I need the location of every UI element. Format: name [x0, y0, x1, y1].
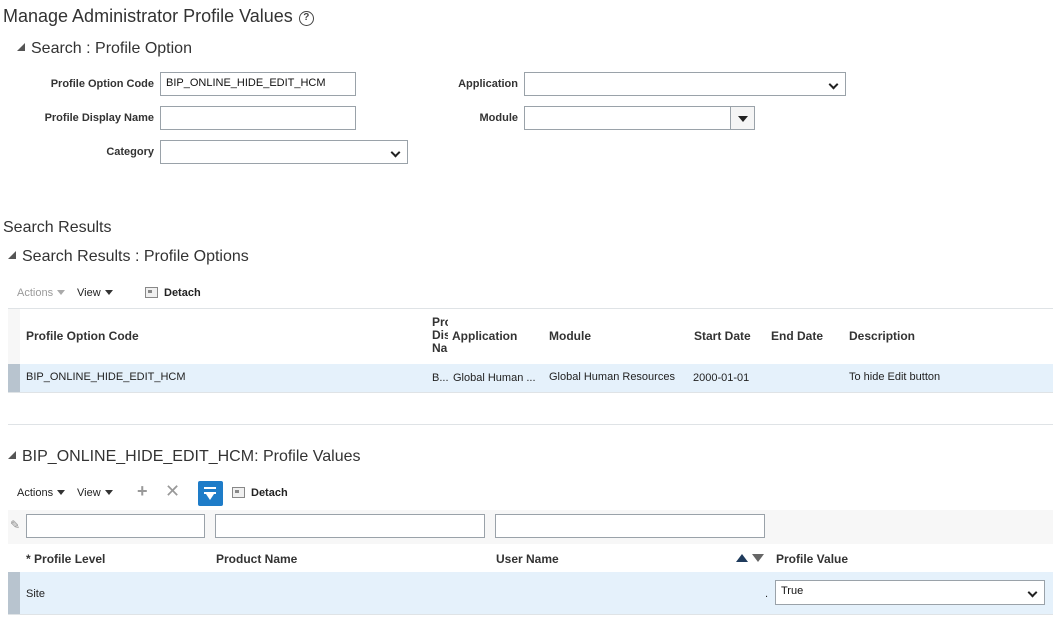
caret-down-icon [104, 490, 113, 495]
col-application[interactable]: Application [452, 329, 517, 343]
profile-display-name-input[interactable] [160, 106, 356, 130]
divider [8, 424, 1053, 425]
chevron-down-icon [390, 147, 401, 158]
col-user-name[interactable]: User Name [496, 552, 559, 566]
values-section-title: BIP_ONLINE_HIDE_EDIT_HCM: Profile Values [22, 448, 361, 465]
filter-product-name-input[interactable] [215, 514, 485, 538]
divider [8, 392, 1053, 393]
detach-button[interactable]: Detach [145, 287, 201, 299]
application-label: Application [458, 78, 518, 90]
collapse-triangle-icon [8, 251, 16, 259]
detach-icon [145, 287, 158, 298]
row-selector[interactable] [8, 572, 20, 614]
view-label: View [77, 287, 101, 299]
filter-user-name-input[interactable] [495, 514, 765, 538]
divider [8, 308, 1053, 309]
col-product-name[interactable]: Product Name [216, 552, 297, 566]
add-row-icon[interactable]: + [137, 481, 148, 502]
chevron-down-icon [1027, 587, 1038, 598]
col-end-date[interactable]: End Date [771, 329, 823, 343]
page-title: Manage Administrator Profile Values? [3, 6, 314, 27]
profile-option-code-input[interactable]: BIP_ONLINE_HIDE_EDIT_HCM [160, 72, 356, 96]
required-asterisk: * [26, 552, 31, 566]
actions-label: Actions [17, 487, 54, 499]
divider [8, 614, 1053, 615]
profile-option-code-label: Profile Option Code [50, 78, 154, 90]
col-description[interactable]: Description [849, 329, 915, 343]
search-results-heading: Search Results [3, 219, 112, 236]
detach-label: Detach [251, 487, 288, 499]
module-lov-input[interactable] [524, 106, 755, 130]
collapse-triangle-icon [17, 43, 25, 51]
col-module[interactable]: Module [549, 329, 591, 343]
actions-menu[interactable]: Actions [17, 487, 66, 499]
query-by-example-icon[interactable] [198, 481, 223, 506]
results-section-header[interactable]: Search Results : Profile Options [8, 248, 249, 266]
application-select[interactable] [524, 72, 846, 96]
category-label: Category [106, 146, 154, 158]
detach-label: Detach [164, 287, 201, 299]
col-start-date[interactable]: Start Date [694, 329, 751, 343]
category-select[interactable] [160, 140, 408, 164]
col-profile-level-label: Profile Level [34, 552, 106, 566]
view-menu[interactable]: View [77, 487, 113, 499]
cell-application: Global Human ... [453, 372, 536, 384]
detach-icon [232, 487, 245, 498]
page-title-text: Manage Administrator Profile Values [3, 6, 293, 26]
collapse-triangle-icon [8, 451, 16, 459]
row-header-column [8, 309, 20, 364]
search-section-header[interactable]: Search : Profile Option [17, 40, 192, 58]
lov-dropdown-button[interactable] [730, 107, 754, 129]
filter-profile-level-input[interactable] [26, 514, 205, 538]
col-profile-option-code[interactable]: Profile Option Code [26, 329, 139, 343]
col-profile-value[interactable]: Profile Value [776, 552, 848, 566]
cell-profile-option-code[interactable]: BIP_ONLINE_HIDE_EDIT_HCM [26, 371, 186, 383]
actions-label: Actions [17, 287, 54, 299]
sort-ascending-icon[interactable] [736, 554, 748, 562]
profile-value-select[interactable]: True [775, 580, 1045, 605]
view-menu[interactable]: View [77, 287, 113, 299]
cell-module: Global Human Resources [549, 371, 675, 383]
values-section-header[interactable]: BIP_ONLINE_HIDE_EDIT_HCM: Profile Values [8, 448, 360, 466]
profile-value-selected: True [781, 585, 804, 597]
caret-down-icon [104, 290, 113, 295]
view-label: View [77, 487, 101, 499]
delete-row-icon[interactable]: ✕ [165, 481, 180, 502]
caret-down-icon [57, 290, 66, 295]
results-section-title: Search Results : Profile Options [22, 248, 249, 265]
search-section-title: Search : Profile Option [31, 40, 192, 57]
col-profile-level[interactable]: * Profile Level [26, 552, 105, 566]
cell-start-date: 2000-01-01 [693, 372, 750, 384]
actions-menu[interactable]: Actions [17, 287, 66, 299]
help-icon[interactable]: ? [298, 11, 314, 26]
row-selector[interactable] [8, 364, 20, 392]
chevron-down-icon [828, 79, 839, 90]
profile-display-name-label: Profile Display Name [44, 112, 154, 124]
edit-pencil-icon: ✎ [10, 518, 21, 532]
col-profile-display-name[interactable]: Pro Dis Na [432, 316, 448, 355]
col-display-name-part: Na [432, 341, 448, 355]
detach-button[interactable]: Detach [232, 487, 288, 499]
cell-profile-level: Site [26, 588, 45, 600]
caret-down-icon [57, 490, 66, 495]
cell-description: To hide Edit button [849, 371, 941, 383]
cell-user-name[interactable]: . [765, 588, 768, 600]
cell-profile-display-name: B... [432, 372, 449, 384]
module-label: Module [479, 112, 519, 124]
sort-descending-icon[interactable] [752, 554, 764, 562]
